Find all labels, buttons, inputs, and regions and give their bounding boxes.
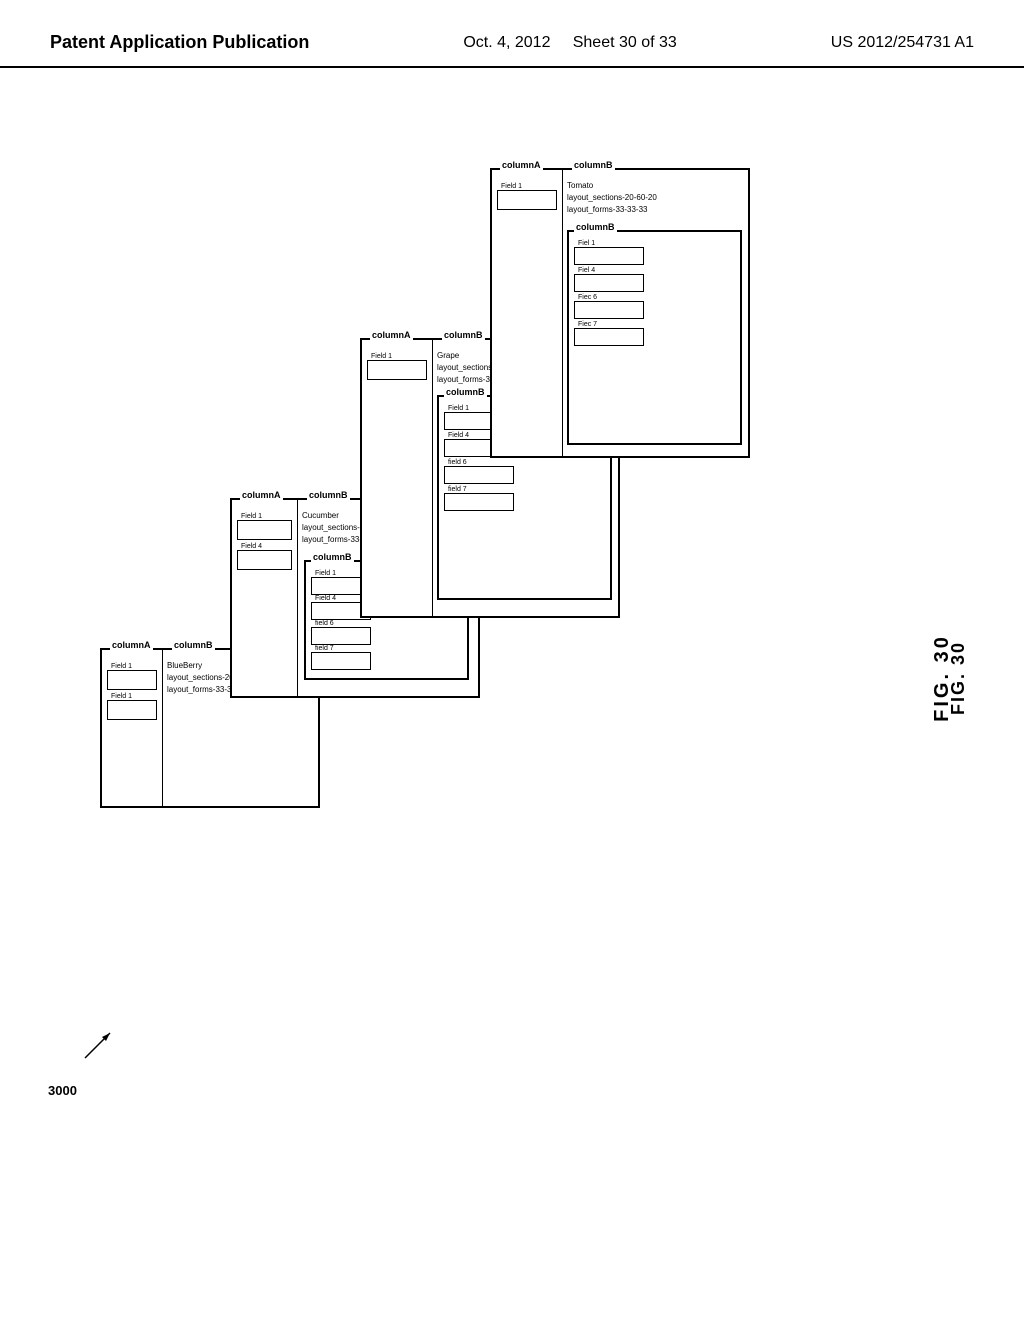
tomato-inner-field6: Fiec 6 <box>574 301 644 319</box>
blueberry-colA-label: columnA <box>110 640 153 650</box>
cucumber-field1: Field 1 <box>237 520 292 540</box>
tomato-colA-label: columnA <box>500 160 543 170</box>
publication-title: Patent Application Publication <box>50 30 309 55</box>
sheet-number: Sheet 30 of 33 <box>573 34 677 51</box>
blueberry-colB-label: columnB <box>172 640 215 650</box>
grape-inner-field6: field 6 <box>444 466 514 484</box>
ref-3000-label: 3000 <box>48 1083 77 1098</box>
header-date-sheet: Oct. 4, 2012 Sheet 30 of 33 <box>463 30 677 56</box>
patent-number: US 2012/254731 A1 <box>831 30 974 56</box>
grape-inner-field7: field 7 <box>444 493 514 511</box>
cucumber-colA-label: columnA <box>240 490 283 500</box>
tomato-field1: Field 1 <box>497 190 557 210</box>
tomato-inner-box: columnB Fiel 1 Fiel 4 Fiec 6 Fiec 7 <box>567 230 742 445</box>
tomato-inner-field1: Fiel 1 <box>574 247 644 265</box>
grape-field1: Field 1 <box>367 360 427 380</box>
tomato-inner-field7: Fiec 7 <box>574 328 644 346</box>
publication-date: Oct. 4, 2012 <box>463 34 550 51</box>
fig-label-container: FIG. 30 <box>931 634 954 722</box>
fig-label: FIG. 30 <box>931 634 954 722</box>
blueberry-field1: Field 1 <box>107 670 157 690</box>
tomato-inner-field4: Fiel 4 <box>574 274 644 292</box>
cucumber-inner-field6: field 6 <box>311 627 371 645</box>
tomato-box: columnA columnB Tomato layout_sections-2… <box>490 168 750 458</box>
cucumber-colB-label: columnB <box>307 490 350 500</box>
blueberry-field2: Field 1 <box>107 700 157 720</box>
page-header: Patent Application Publication Oct. 4, 2… <box>0 0 1024 68</box>
grape-colB-label: columnB <box>442 330 485 340</box>
tomato-colB-label: columnB <box>572 160 615 170</box>
grape-colA-label: columnA <box>370 330 413 340</box>
ref-arrow <box>80 1023 120 1068</box>
main-content: 3000 FIG. 30 columnA columnB BlueBerry l… <box>0 68 1024 1288</box>
cucumber-inner-field7: field 7 <box>311 652 371 670</box>
cucumber-field2: Field 4 <box>237 550 292 570</box>
tomato-content: Tomato layout_sections-20-60-20 layout_f… <box>567 180 657 216</box>
